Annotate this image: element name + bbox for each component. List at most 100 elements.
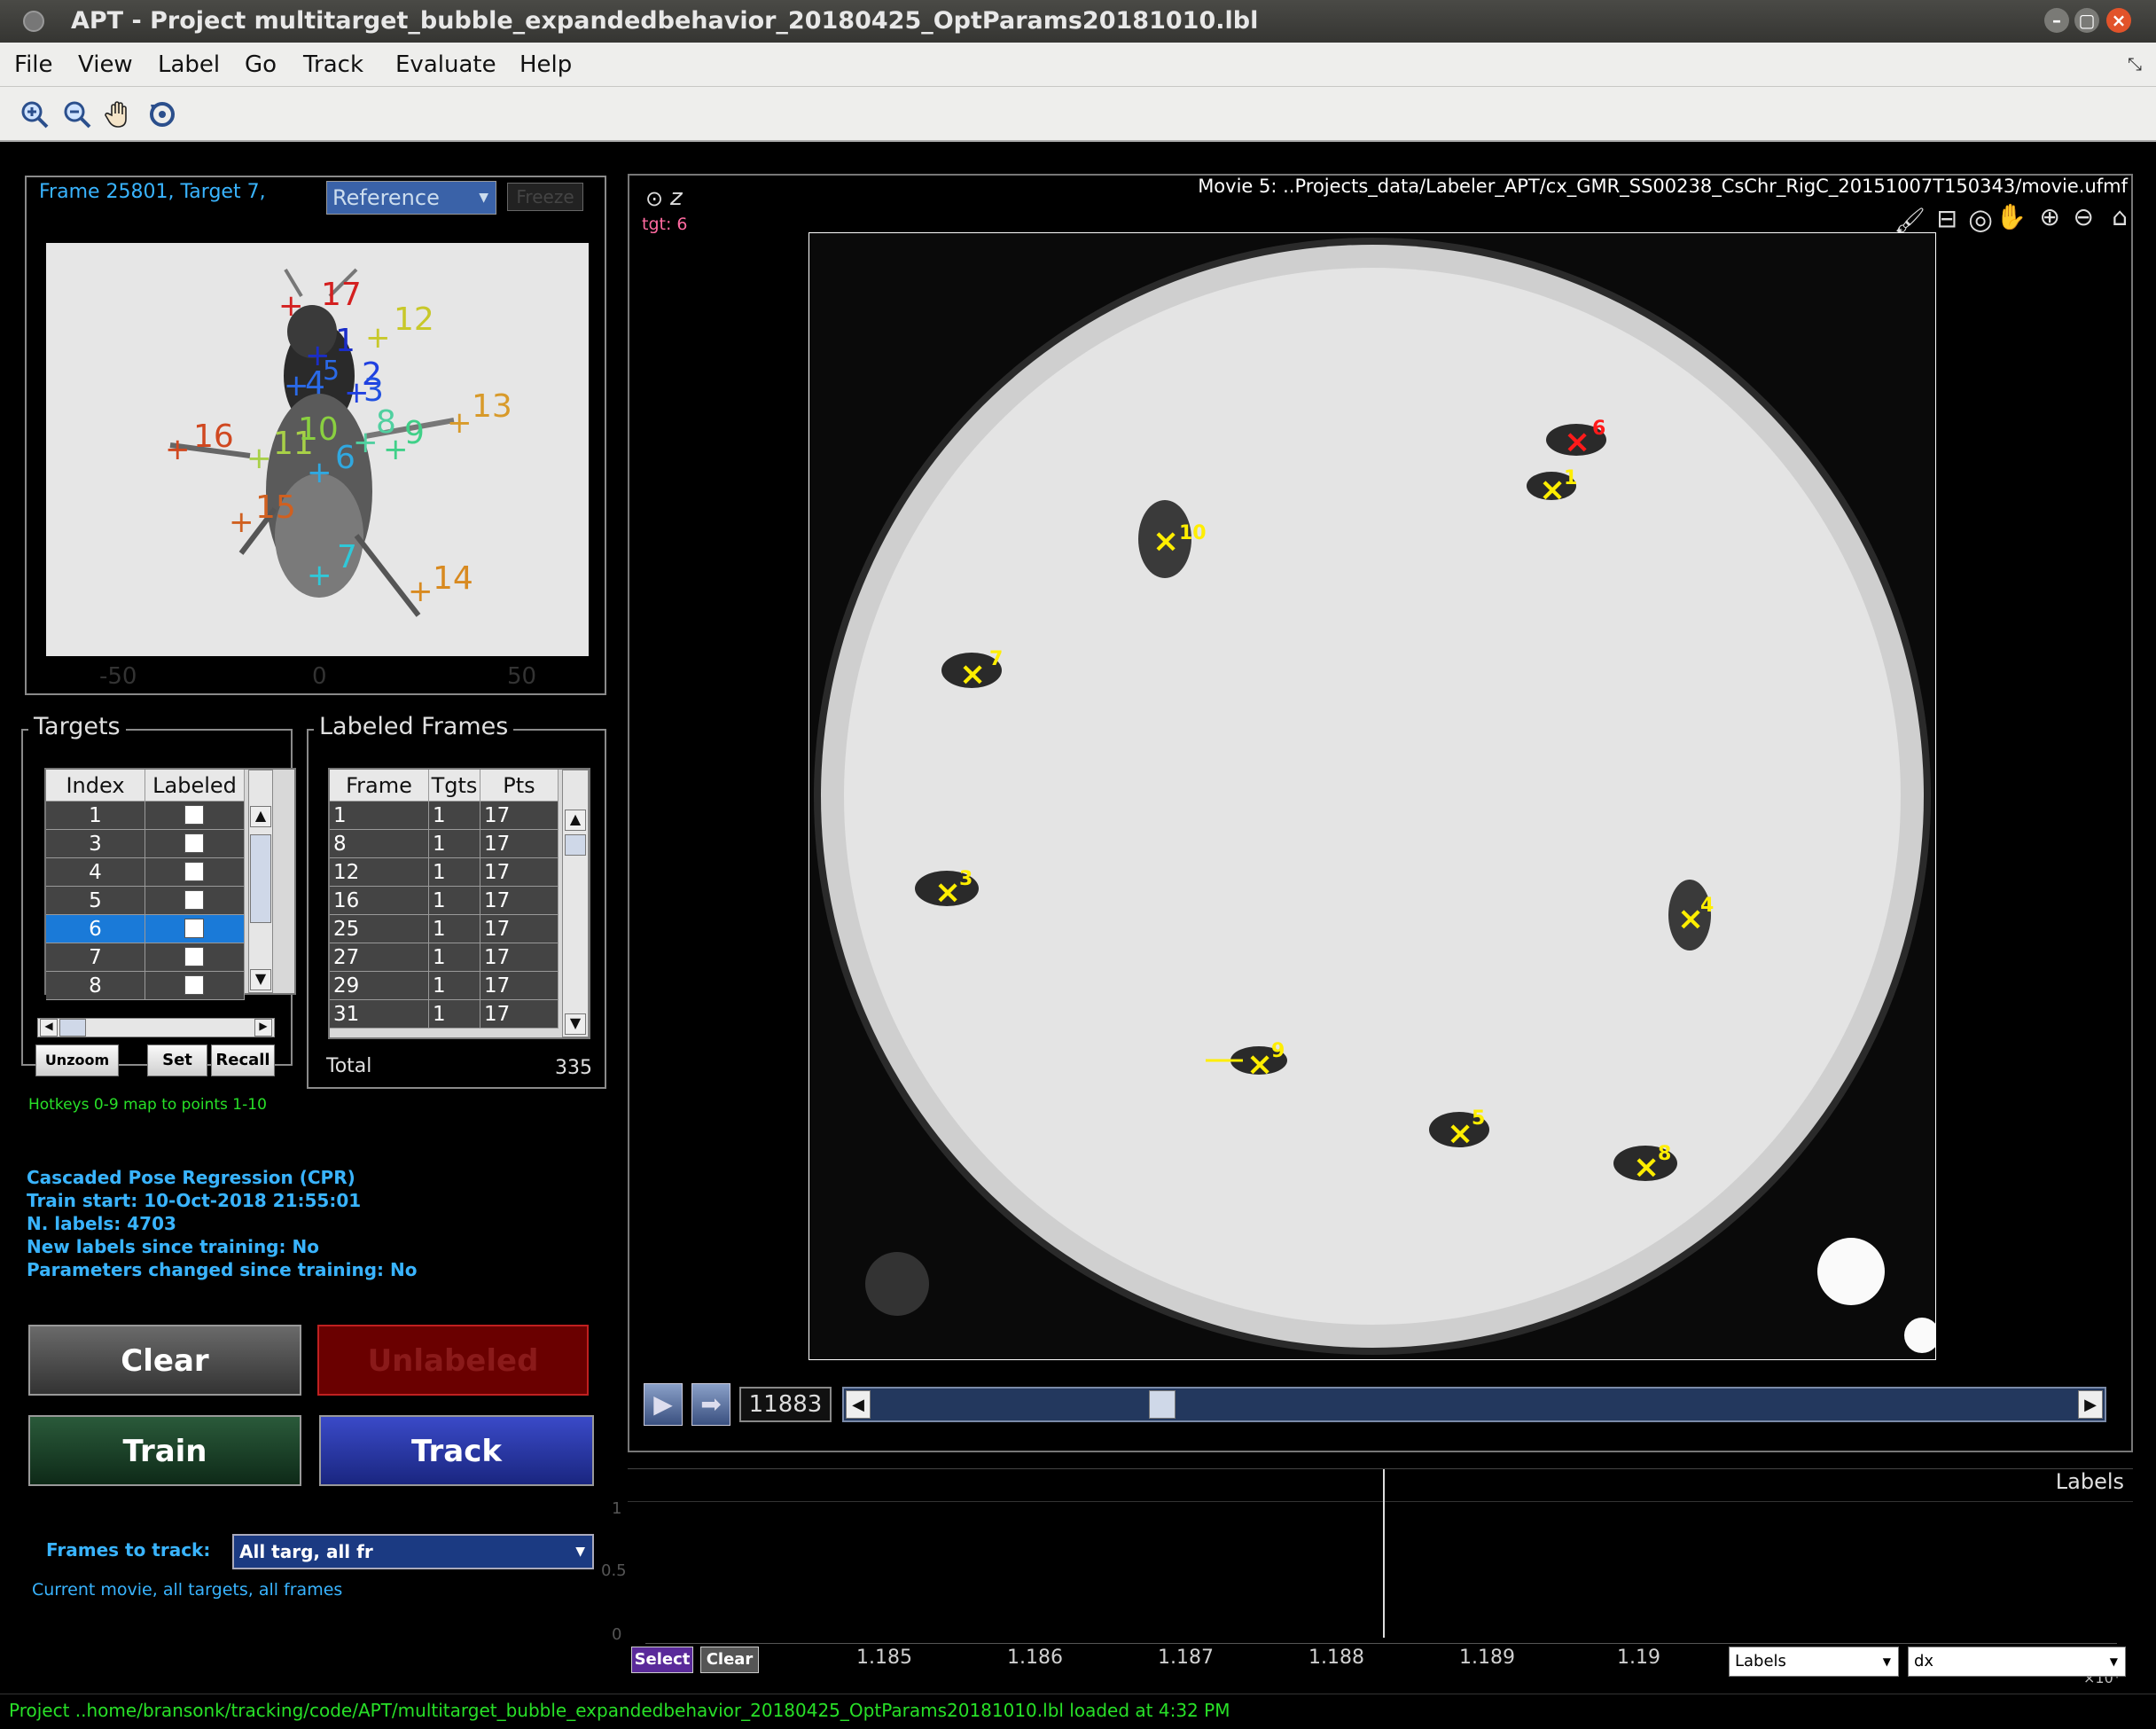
menu-go[interactable]: Go bbox=[245, 51, 277, 78]
z-label: z bbox=[670, 184, 683, 211]
svg-text:+: + bbox=[246, 441, 272, 476]
brush-icon[interactable]: 🖌 bbox=[1894, 206, 1926, 235]
menu-file[interactable]: File bbox=[14, 51, 53, 78]
frame-slider[interactable]: ◀ ▶ bbox=[842, 1387, 2106, 1422]
maximize-icon[interactable]: ▢ bbox=[2074, 8, 2099, 33]
table-row[interactable]: 12 1 17 bbox=[330, 858, 559, 887]
table-row[interactable]: 5 bbox=[46, 887, 245, 915]
col-header-index[interactable]: Index bbox=[46, 770, 145, 802]
scroll-right-icon[interactable]: ▶ bbox=[254, 1019, 272, 1037]
labels-dropdown[interactable]: Labels ▼ bbox=[1729, 1647, 1899, 1677]
labeled-checkbox[interactable] bbox=[184, 862, 204, 881]
col-header-pts[interactable]: Pts bbox=[480, 770, 559, 802]
svg-text:1: 1 bbox=[1564, 467, 1577, 489]
table-row[interactable]: 29 1 17 bbox=[330, 972, 559, 1000]
labeled-checkbox[interactable] bbox=[184, 947, 204, 966]
n-labels: N. labels: 4703 bbox=[27, 1213, 176, 1234]
freeze-button[interactable]: Freeze bbox=[507, 183, 583, 211]
targets-table: Index Labeled 1345678 ▲ ▼ bbox=[44, 768, 296, 1000]
home-icon[interactable]: ⌂ bbox=[2112, 202, 2128, 231]
scroll-left-icon[interactable]: ◀ bbox=[846, 1390, 871, 1419]
col-header-frame[interactable]: Frame bbox=[330, 770, 429, 802]
targets-hscrollbar[interactable]: ◀ ▶ bbox=[37, 1018, 275, 1037]
menu-view[interactable]: View bbox=[78, 51, 133, 78]
labeled-checkbox[interactable] bbox=[184, 919, 204, 938]
table-row[interactable]: 1 bbox=[46, 802, 245, 830]
table-row[interactable]: 8 bbox=[46, 972, 245, 1000]
pan-hand-icon[interactable]: ✋ bbox=[1996, 202, 2027, 231]
toolbar bbox=[0, 87, 2156, 142]
minimize-icon[interactable]: – bbox=[2044, 8, 2069, 33]
table-row[interactable]: 1 1 17 bbox=[330, 802, 559, 830]
scroll-right-icon[interactable]: ▶ bbox=[2078, 1390, 2103, 1419]
scroll-thumb[interactable] bbox=[565, 834, 586, 856]
frames-to-track-select[interactable]: All targ, all fr ▼ bbox=[232, 1534, 594, 1569]
menu-track[interactable]: Track bbox=[303, 51, 363, 78]
frame-cell: 1 bbox=[330, 802, 429, 830]
clear-button[interactable]: Clear bbox=[28, 1325, 301, 1396]
rotate-icon[interactable] bbox=[147, 99, 177, 129]
scroll-down-icon[interactable]: ▼ bbox=[250, 969, 271, 990]
scroll-left-icon[interactable]: ◀ bbox=[40, 1019, 58, 1037]
svg-text:+: + bbox=[229, 505, 254, 540]
col-header-labeled[interactable]: Labeled bbox=[145, 770, 245, 802]
target-labeled-cell bbox=[145, 972, 245, 1000]
scroll-up-icon[interactable]: ▲ bbox=[250, 806, 271, 827]
unlabeled-button[interactable]: Unlabeled bbox=[317, 1325, 589, 1396]
close-icon[interactable]: × bbox=[2106, 8, 2131, 33]
table-row[interactable]: 7 bbox=[46, 943, 245, 972]
table-row[interactable]: 3 bbox=[46, 830, 245, 858]
frame-cell: 31 bbox=[330, 1000, 429, 1029]
menu-evaluate[interactable]: Evaluate bbox=[395, 51, 496, 78]
reference-select[interactable]: Reference ▼ bbox=[326, 181, 496, 215]
pan-hand-icon[interactable] bbox=[105, 99, 135, 129]
table-row[interactable]: 4 bbox=[46, 858, 245, 887]
scroll-up-icon[interactable]: ▲ bbox=[565, 810, 586, 831]
labeled-checkbox[interactable] bbox=[184, 805, 204, 825]
unzoom-button[interactable]: Unzoom bbox=[35, 1044, 119, 1076]
data-cursor-icon[interactable]: ⊟ bbox=[1937, 204, 1957, 233]
zoom-in-icon[interactable]: ⊕ bbox=[2040, 202, 2060, 231]
zoom-out-icon[interactable] bbox=[62, 99, 92, 129]
frame-cell: 29 bbox=[330, 972, 429, 1000]
table-row[interactable]: 8 1 17 bbox=[330, 830, 559, 858]
table-row[interactable]: 6 bbox=[46, 915, 245, 943]
train-button[interactable]: Train bbox=[28, 1415, 301, 1486]
frame-cell: 8 bbox=[330, 830, 429, 858]
zoom-out-icon[interactable]: ⊖ bbox=[2074, 202, 2094, 231]
timeline-clear-button[interactable]: Clear bbox=[700, 1647, 759, 1673]
track-button[interactable]: Track bbox=[319, 1415, 594, 1486]
target-index: 5 bbox=[46, 887, 145, 915]
table-row[interactable]: 27 1 17 bbox=[330, 943, 559, 972]
col-header-tgts[interactable]: Tgts bbox=[429, 770, 480, 802]
x-tick: -50 bbox=[99, 663, 137, 690]
slider-thumb[interactable] bbox=[1149, 1390, 1176, 1419]
svg-text:×: × bbox=[1564, 424, 1590, 460]
hscroll-thumb[interactable] bbox=[59, 1019, 86, 1037]
targets-vscrollbar[interactable]: ▲ ▼ bbox=[248, 770, 273, 993]
labeled-checkbox[interactable] bbox=[184, 975, 204, 995]
table-row[interactable]: 16 1 17 bbox=[330, 887, 559, 915]
table-row[interactable]: 31 1 17 bbox=[330, 1000, 559, 1029]
play-button[interactable]: ▶ bbox=[644, 1383, 683, 1426]
frames-vscrollbar[interactable]: ▲ ▼ bbox=[562, 770, 589, 1037]
table-row[interactable]: 25 1 17 bbox=[330, 915, 559, 943]
svg-text:+: + bbox=[307, 455, 332, 490]
labeled-checkbox[interactable] bbox=[184, 890, 204, 910]
labeled-checkbox[interactable] bbox=[184, 833, 204, 853]
frame-number-field[interactable]: 11883 bbox=[739, 1387, 832, 1422]
window-menu-icon[interactable] bbox=[23, 11, 44, 32]
menu-overflow-icon[interactable]: ⤡ bbox=[2128, 53, 2142, 74]
scroll-down-icon[interactable]: ▼ bbox=[565, 1013, 586, 1035]
set-button[interactable]: Set bbox=[147, 1044, 207, 1076]
recall-button[interactable]: Recall bbox=[211, 1044, 275, 1076]
select-button[interactable]: Select bbox=[631, 1647, 693, 1673]
dx-dropdown[interactable]: dx ▼ bbox=[1908, 1647, 2126, 1677]
labeled-frames-title: Labeled Frames bbox=[314, 713, 514, 740]
scroll-thumb[interactable] bbox=[250, 834, 271, 923]
step-forward-button[interactable]: ➡ bbox=[691, 1383, 730, 1426]
menu-help[interactable]: Help bbox=[519, 51, 572, 78]
zoom-in-icon[interactable] bbox=[20, 99, 50, 129]
target-icon[interactable]: ◎ bbox=[1968, 202, 1993, 236]
menu-label[interactable]: Label bbox=[158, 51, 220, 78]
